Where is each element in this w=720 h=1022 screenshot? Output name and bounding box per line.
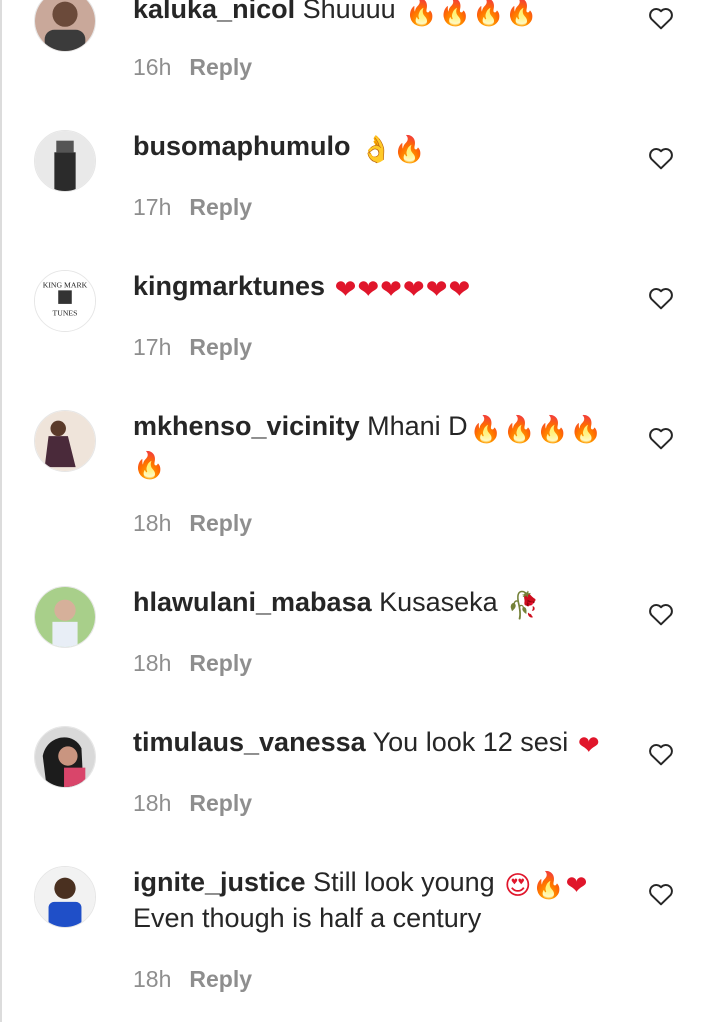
comment-text: kaluka_nicol Shuuuu 🔥🔥🔥🔥 bbox=[133, 0, 613, 27]
rose-emoji: 🥀 bbox=[507, 590, 541, 620]
comment-time: 18h bbox=[133, 510, 172, 536]
avatar[interactable]: KING MARK TUNES bbox=[34, 270, 96, 332]
reply-button[interactable]: Reply bbox=[189, 790, 252, 816]
comment-body: Still look young bbox=[313, 867, 495, 897]
heart-outline-icon bbox=[649, 604, 673, 626]
avatar[interactable] bbox=[34, 410, 96, 472]
heart-outline-icon bbox=[649, 744, 673, 766]
heart-outline-icon bbox=[649, 884, 673, 906]
comment-username[interactable]: ignite_justice bbox=[133, 867, 306, 897]
reply-button[interactable]: Reply bbox=[189, 650, 252, 676]
comment-meta: 18h Reply bbox=[133, 964, 252, 994]
comment-username[interactable]: busomaphumulo bbox=[133, 131, 351, 161]
like-button[interactable] bbox=[648, 602, 674, 626]
comment-text: busomaphumulo 👌🔥 bbox=[133, 128, 613, 164]
heart-outline-icon bbox=[649, 148, 673, 170]
comment-meta: 17h Reply bbox=[133, 332, 252, 362]
heart-outline-icon bbox=[649, 8, 673, 30]
comment-time: 17h bbox=[133, 194, 172, 220]
like-button[interactable] bbox=[648, 882, 674, 906]
comment-text: timulaus_vanessa You look 12 sesi ❤ bbox=[133, 724, 613, 760]
avatar[interactable] bbox=[34, 130, 96, 192]
like-button[interactable] bbox=[648, 426, 674, 450]
comment-username[interactable]: kaluka_nicol bbox=[133, 0, 295, 24]
fire-emoji: 🔥🔥🔥🔥 bbox=[469, 414, 604, 444]
comment-meta: 16h Reply bbox=[133, 52, 252, 82]
fire-emoji: 🔥🔥🔥🔥 bbox=[405, 0, 539, 27]
comment-username[interactable]: timulaus_vanessa bbox=[133, 727, 366, 757]
comment-time: 16h bbox=[133, 54, 172, 80]
comment-text: mkhenso_vicinity Mhani D🔥🔥🔥🔥 🔥 bbox=[133, 408, 613, 480]
comment-text: ignite_justice Still look young 😍🔥❤ Even… bbox=[133, 864, 613, 936]
reply-button[interactable]: Reply bbox=[189, 966, 252, 992]
comment-body: You look 12 sesi bbox=[372, 727, 569, 757]
heart-outline-icon bbox=[649, 288, 673, 310]
comment-meta: 18h Reply bbox=[133, 508, 252, 538]
comment-text: kingmarktunes ❤❤❤❤❤❤ bbox=[133, 268, 613, 304]
red-heart-emoji: ❤❤❤❤❤❤ bbox=[334, 274, 472, 304]
like-button[interactable] bbox=[648, 6, 674, 30]
comment-time: 18h bbox=[133, 966, 172, 992]
comment-body: Kusaseka bbox=[379, 587, 498, 617]
reply-button[interactable]: Reply bbox=[189, 194, 252, 220]
heart-eyes-fire-heart-emoji: 😍🔥❤ bbox=[504, 870, 589, 900]
svg-text:TUNES: TUNES bbox=[53, 309, 78, 318]
avatar[interactable] bbox=[34, 586, 96, 648]
reply-button[interactable]: Reply bbox=[189, 334, 252, 360]
red-heart-emoji: ❤ bbox=[577, 730, 601, 760]
comment-body: Mhani D bbox=[367, 411, 468, 441]
like-button[interactable] bbox=[648, 146, 674, 170]
comment-username[interactable]: hlawulani_mabasa bbox=[133, 587, 372, 617]
like-button[interactable] bbox=[648, 742, 674, 766]
left-border bbox=[0, 0, 2, 1022]
reply-button[interactable]: Reply bbox=[189, 510, 252, 536]
heart-outline-icon bbox=[649, 428, 673, 450]
comment-time: 17h bbox=[133, 334, 172, 360]
comment-meta: 17h Reply bbox=[133, 192, 252, 222]
avatar[interactable] bbox=[34, 866, 96, 928]
like-button[interactable] bbox=[648, 286, 674, 310]
comment-meta: 18h Reply bbox=[133, 648, 252, 678]
svg-text:KING MARK: KING MARK bbox=[43, 280, 88, 289]
comment-body-line2: Even though is half a century bbox=[133, 903, 482, 933]
comment-username[interactable]: kingmarktunes bbox=[133, 271, 325, 301]
comment-time: 18h bbox=[133, 790, 172, 816]
comment-text: hlawulani_mabasa Kusaseka 🥀 bbox=[133, 584, 613, 620]
comment-meta: 18h Reply bbox=[133, 788, 252, 818]
comment-username[interactable]: mkhenso_vicinity bbox=[133, 411, 360, 441]
fire-emoji: 🔥 bbox=[133, 450, 167, 480]
ok-fire-emoji: 👌🔥 bbox=[360, 134, 427, 164]
comment-body: Shuuuu bbox=[302, 0, 396, 24]
avatar[interactable] bbox=[34, 726, 96, 788]
reply-button[interactable]: Reply bbox=[189, 54, 252, 80]
comment-time: 18h bbox=[133, 650, 172, 676]
avatar[interactable] bbox=[34, 0, 96, 52]
